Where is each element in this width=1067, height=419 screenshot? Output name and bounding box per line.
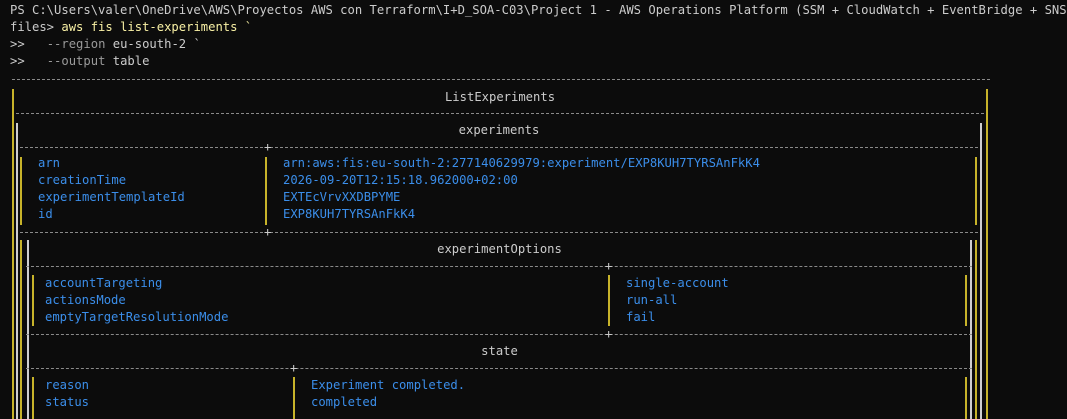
experiments-separator <box>20 147 978 149</box>
state-separator <box>26 368 972 370</box>
prompt-suffix: files> <box>10 20 62 34</box>
region-value: eu-south-2 ` <box>112 37 201 51</box>
options-bottom-junction: + <box>605 327 613 341</box>
option-key-accounttargeting: accountTargeting <box>45 276 163 290</box>
experiment-left-border <box>20 157 22 225</box>
command-text: aws fis list-experiments ` <box>61 20 253 34</box>
state-value-status: completed <box>311 395 378 409</box>
state-column-divider <box>293 377 295 419</box>
experiment-key-creationtime: creationTime <box>38 173 127 187</box>
output-flag: --output <box>46 54 106 68</box>
options-bottom-border <box>26 334 972 336</box>
experiment-bottom-border <box>20 232 978 234</box>
experiment-column-divider <box>265 157 267 225</box>
outer-left-border <box>12 89 14 419</box>
continuation-marker: >> <box>10 37 25 51</box>
options-column-divider <box>608 275 610 326</box>
experiment-key-templateid: experimentTemplateId <box>38 190 185 204</box>
outer-right-border <box>986 89 988 419</box>
prompt-command-line: files> aws fis list-experiments ` <box>10 19 252 36</box>
state-key-reason: reason <box>45 378 90 392</box>
state-key-status: status <box>45 395 90 409</box>
region-flag: --region <box>46 37 106 51</box>
experiments-left-border <box>16 123 18 419</box>
option-value-emptytarget: fail <box>626 310 656 324</box>
continuation-line-region: >> --region eu-south-2 ` <box>10 36 201 53</box>
option-value-actionsmode: run-all <box>626 293 678 307</box>
state-row-left-border <box>32 377 34 419</box>
experiment-right-border <box>975 157 977 225</box>
experiments-right-border <box>980 123 982 419</box>
table-title: ListExperiments <box>444 90 556 104</box>
continuation-line-output: >> --output table <box>10 53 149 70</box>
terminal-window[interactable]: PS C:\Users\valer\OneDrive\AWS\Proyectos… <box>0 0 1067 419</box>
prompt-path-line: PS C:\Users\valer\OneDrive\AWS\Proyectos… <box>10 3 1067 17</box>
options-outer-left-border <box>20 240 22 419</box>
experiment-value-templateid: EXTEcVrvXXDBPYME <box>283 190 401 204</box>
experiment-value-arn: arn:aws:fis:eu-south-2:277140629979:expe… <box>283 156 760 170</box>
experiment-value-creationtime: 2026-09-20T12:15:18.962000+02:00 <box>283 173 518 187</box>
state-value-reason: Experiment completed. <box>311 378 466 392</box>
state-header: state <box>481 344 518 358</box>
options-row-left-border <box>32 275 34 326</box>
output-value: table <box>112 54 150 68</box>
continuation-marker: >> <box>10 54 25 68</box>
bottom-junction: + <box>264 225 272 239</box>
title-separator <box>16 113 984 115</box>
option-value-accounttargeting: single-account <box>626 276 729 290</box>
experiment-value-id: EXP8KUH7TYRSAnFkK4 <box>283 207 416 221</box>
options-separator <box>26 266 972 268</box>
experiment-key-id: id <box>38 207 53 221</box>
state-junction: + <box>290 361 298 375</box>
state-row-right-border <box>965 377 967 419</box>
table-top-border <box>12 79 990 81</box>
options-header: experimentOptions <box>437 242 562 256</box>
option-key-actionsmode: actionsMode <box>45 293 126 307</box>
option-key-emptytarget: emptyTargetResolutionMode <box>45 310 229 324</box>
options-row-right-border <box>965 275 967 326</box>
options-outer-right-border <box>975 240 977 419</box>
separator-junction: + <box>264 140 272 154</box>
experiments-header: experiments <box>458 123 540 137</box>
options-junction: + <box>605 259 613 273</box>
experiment-key-arn: arn <box>38 156 61 170</box>
